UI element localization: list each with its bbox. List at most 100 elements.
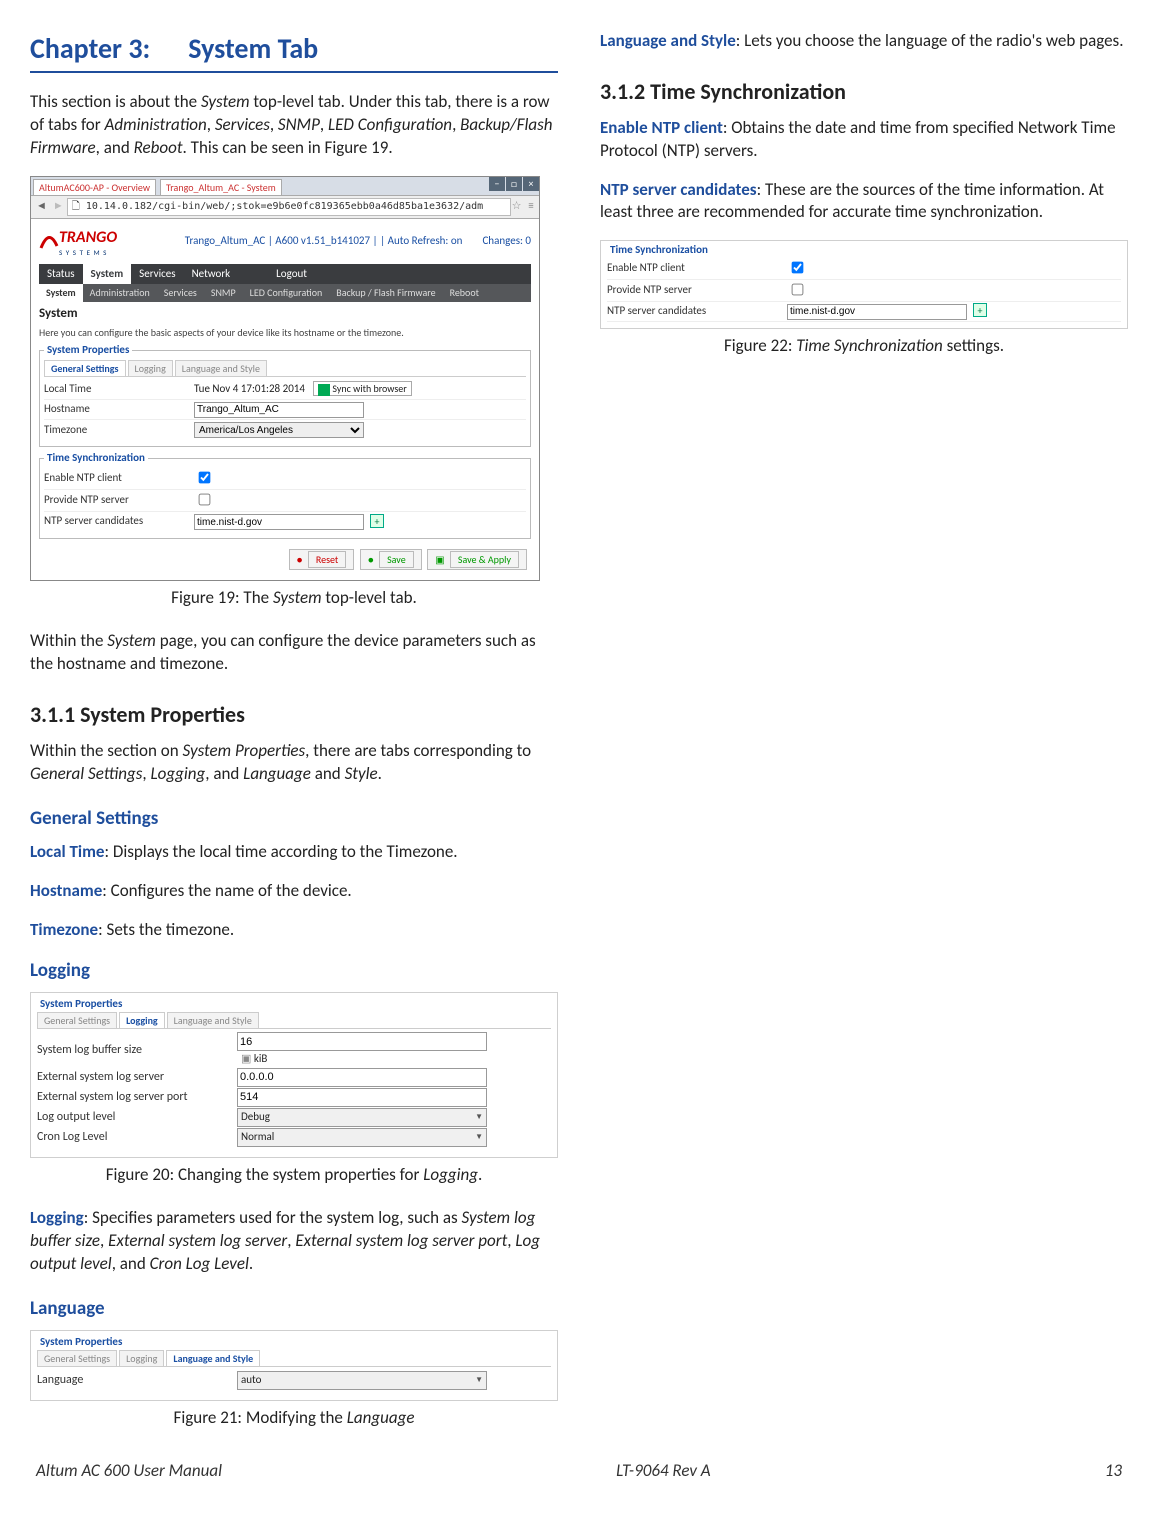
subnav-snmp[interactable]: SNMP <box>204 284 243 302</box>
logo-subtext: S Y S T E M S <box>59 248 117 257</box>
heading-language: Language <box>30 1296 558 1322</box>
subnav-led[interactable]: LED Configuration <box>243 284 330 302</box>
subnav-system[interactable]: System <box>39 284 83 302</box>
tab-logging[interactable]: Logging <box>128 360 173 377</box>
log-output-select[interactable]: Debug <box>237 1108 487 1127</box>
nav-services[interactable]: Services <box>131 264 183 285</box>
page-description: Here you can configure the basic aspects… <box>39 326 531 340</box>
tab-general-settings[interactable]: General Settings <box>44 360 126 377</box>
enable-ntp-desc: Enable NTP client: Obtains the date and … <box>600 117 1128 163</box>
nav-system[interactable]: System <box>83 264 132 285</box>
figure-20-panel: System Properties General Settings Loggi… <box>30 992 558 1159</box>
menu-icon[interactable]: ≡ <box>525 199 537 214</box>
save-button[interactable]: ● Save <box>360 549 422 571</box>
chapter-heading: Chapter 3: System Tab <box>30 30 558 73</box>
nav-network[interactable]: Network <box>184 264 239 285</box>
timezone-label: Timezone <box>44 423 194 438</box>
cron-log-select[interactable]: Normal <box>237 1128 487 1147</box>
forward-icon[interactable]: ► <box>50 199 67 214</box>
ext-log-port-label: External system log server port <box>37 1089 237 1105</box>
figure-21-caption: Figure 21: Modifying the Language <box>30 1407 558 1430</box>
enable-ntp-label: Enable NTP client <box>607 261 787 276</box>
enable-ntp-checkbox[interactable] <box>199 472 211 484</box>
tab-general-settings[interactable]: General Settings <box>37 1350 117 1367</box>
chapter-title: System Tab <box>188 31 318 66</box>
ext-log-port-input[interactable] <box>237 1088 487 1107</box>
ntp-candidate-input[interactable] <box>194 514 364 530</box>
logo-text: TRANGO <box>59 227 117 249</box>
reset-button[interactable]: ● Reset <box>289 549 355 571</box>
ext-log-server-input[interactable] <box>237 1068 487 1087</box>
provide-ntp-label: Provide NTP server <box>44 493 194 508</box>
figure-19-mock-browser: AltumAC600-AP - Overview Trango_Altum_AC… <box>30 176 540 582</box>
provide-ntp-checkbox[interactable] <box>199 494 211 506</box>
local-time-value: Tue Nov 4 17:01:28 2014 <box>194 382 305 395</box>
ntp-candidates-label: NTP server candidates <box>44 514 194 529</box>
sync-with-browser-button[interactable]: Sync with browser <box>313 381 411 396</box>
nav-status[interactable]: Status <box>39 264 83 285</box>
hostname-input[interactable] <box>194 402 364 418</box>
browser-tab[interactable]: AltumAC600-AP - Overview <box>33 179 156 196</box>
save-apply-button[interactable]: ▣ Save & Apply <box>427 549 527 571</box>
changes-count[interactable]: Changes: 0 <box>482 234 531 249</box>
figure-19-caption: Figure 19: The System top-level tab. <box>30 587 558 610</box>
address-bar[interactable]: 🗋 10.14.0.182/cgi-bin/web/;stok=e9b6e0fc… <box>67 198 511 216</box>
enable-ntp-checkbox[interactable] <box>792 262 804 274</box>
subnav-reboot[interactable]: Reboot <box>443 284 486 302</box>
intro-paragraph-2: Within the System page, you can configur… <box>30 630 558 676</box>
local-time-label: Local Time <box>44 382 194 397</box>
ntp-candidate-input[interactable] <box>787 304 967 320</box>
language-select[interactable]: auto <box>237 1371 487 1390</box>
window-buttons: − □ × <box>488 177 539 196</box>
close-icon[interactable]: × <box>523 177 539 191</box>
panel-legend: System Properties <box>37 1335 125 1350</box>
enable-ntp-label: Enable NTP client <box>44 471 194 486</box>
tab-logging[interactable]: Logging <box>119 1012 165 1029</box>
buffer-size-input[interactable] <box>237 1032 487 1051</box>
provide-ntp-checkbox[interactable] <box>792 284 804 296</box>
star-icon[interactable]: ☆ <box>511 199 523 214</box>
maximize-icon[interactable]: □ <box>506 177 522 191</box>
timezone-select[interactable]: America/Los Angeles <box>194 422 364 438</box>
time-sync-legend: Time Synchronization <box>607 243 711 258</box>
add-icon[interactable]: + <box>973 303 987 317</box>
heading-general-settings: General Settings <box>30 806 558 832</box>
subnav-admin[interactable]: Administration <box>83 284 157 302</box>
footer-left: Altum AC 600 User Manual <box>36 1460 222 1483</box>
ntp-candidates-label: NTP server candidates <box>607 304 787 319</box>
heading-311: 3.1.1 System Properties <box>30 700 558 730</box>
intro-paragraph-1: This section is about the System top-lev… <box>30 91 558 160</box>
cron-log-level-label: Cron Log Level <box>37 1129 237 1145</box>
subnav-backup[interactable]: Backup / Flash Firmware <box>329 284 442 302</box>
logging-desc: Logging: Specifies parameters used for t… <box>30 1207 558 1276</box>
tab-language-style[interactable]: Language and Style <box>166 1350 260 1367</box>
nav-logout[interactable]: Logout <box>268 264 315 285</box>
footer-center: LT-9064 Rev A <box>616 1460 711 1483</box>
timezone-desc: Timezone: Sets the timezone. <box>30 919 558 942</box>
log-output-level-label: Log output level <box>37 1109 237 1125</box>
paragraph-sys-props: Within the section on System Properties,… <box>30 740 558 786</box>
browser-tab[interactable]: Trango_Altum_AC - System <box>160 179 282 196</box>
tab-logging[interactable]: Logging <box>119 1350 164 1367</box>
back-icon[interactable]: ◄ <box>33 199 50 214</box>
tab-general-settings[interactable]: General Settings <box>37 1012 117 1029</box>
add-icon[interactable]: + <box>370 514 384 528</box>
tab-language-style[interactable]: Language and Style <box>175 360 267 377</box>
subnav-services[interactable]: Services <box>157 284 204 302</box>
provide-ntp-label: Provide NTP server <box>607 283 787 298</box>
figure-22-panel: Time Synchronization Enable NTP client P… <box>600 240 1128 329</box>
local-time-desc: Local Time: Displays the local time acco… <box>30 841 558 864</box>
figure-21-panel: System Properties General Settings Loggi… <box>30 1330 558 1401</box>
tab-language-style[interactable]: Language and Style <box>167 1012 259 1029</box>
heading-312: 3.1.2 Time Synchronization <box>600 77 1128 107</box>
hostname-desc: Hostname: Configures the name of the dev… <box>30 880 558 903</box>
page-title: System <box>39 305 531 323</box>
language-label: Language <box>37 1372 237 1388</box>
footer-right: 13 <box>1105 1460 1122 1483</box>
breadcrumb-info: Trango_Altum_AC | A600 v1.51_b141027 | |… <box>185 234 463 249</box>
chapter-label: Chapter 3: <box>30 31 150 66</box>
ext-log-server-label: External system log server <box>37 1069 237 1085</box>
minimize-icon[interactable]: − <box>489 177 505 191</box>
buffer-size-label: System log buffer size <box>37 1042 237 1058</box>
kib-unit: kiB <box>241 1052 267 1067</box>
